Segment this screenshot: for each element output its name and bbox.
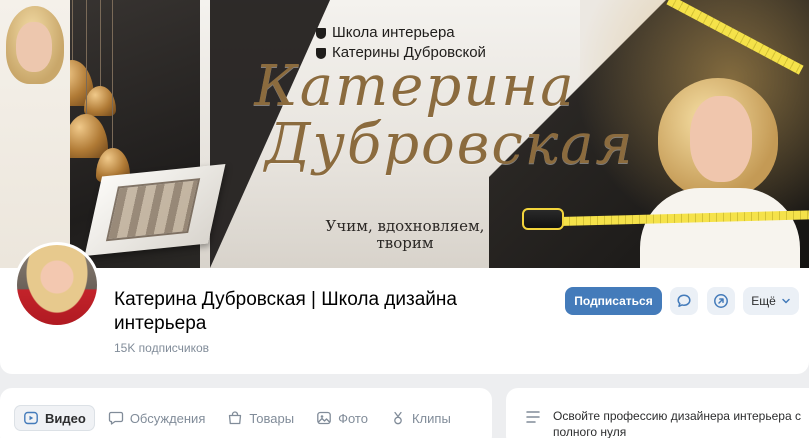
- cover-person-left: [0, 0, 70, 268]
- tape-measure-case: [522, 208, 564, 230]
- subscriber-count[interactable]: 15K подписчиков: [114, 341, 209, 355]
- face: [16, 22, 52, 72]
- cover-image: Школа интерьера Катерины Дубровской Кате…: [0, 0, 809, 268]
- avatar[interactable]: [17, 245, 97, 325]
- lamp-cord: [112, 0, 113, 150]
- menu-lines-icon: [526, 411, 540, 423]
- cover-script-name: Катерина Дубровская: [205, 54, 635, 177]
- lamp-cord: [72, 0, 73, 62]
- more-label: Ещё: [751, 294, 776, 308]
- blouse: [640, 188, 800, 268]
- cover-tagline: Учим, вдохновляем, творим: [305, 218, 505, 252]
- tab-clips[interactable]: Клипы: [381, 405, 460, 431]
- tab-photo[interactable]: Фото: [307, 405, 377, 431]
- school-logo-text: Школа интерьера: [332, 24, 455, 41]
- tab-label: Фото: [338, 410, 368, 426]
- content-tabs: Видео Обсуждения Товары Фото Клипы: [14, 405, 464, 431]
- video-icon: [24, 411, 38, 425]
- tab-discussions[interactable]: Обсуждения: [99, 405, 215, 431]
- avatar-frame[interactable]: [14, 242, 100, 328]
- share-button[interactable]: [707, 287, 735, 315]
- shield-icon: [316, 27, 326, 39]
- tab-label: Товары: [249, 410, 295, 426]
- tagline-line: Учим, вдохновляем,: [325, 217, 485, 235]
- more-button[interactable]: Ещё: [743, 287, 799, 315]
- tab-video[interactable]: Видео: [14, 405, 95, 431]
- face: [690, 96, 752, 182]
- discussions-icon: [108, 411, 123, 425]
- tab-label: Клипы: [411, 410, 451, 426]
- shopping-bag-icon: [229, 411, 242, 425]
- page-title: Катерина Дубровская | Школа дизайна инте…: [114, 289, 457, 334]
- lamp-cord: [86, 0, 87, 116]
- cover-script-line: Дубровская: [265, 112, 635, 177]
- cover-person-right: [640, 78, 800, 268]
- cover-script-line: Катерина: [254, 54, 576, 119]
- floor-plan-drawing: [105, 178, 201, 242]
- chevron-down-icon: [782, 298, 790, 304]
- info-text: Освойте профессию дизайнера интерьера с …: [553, 409, 801, 438]
- message-icon: [677, 294, 691, 307]
- tab-goods[interactable]: Товары: [218, 405, 303, 431]
- subscribe-button[interactable]: Подписаться: [565, 287, 662, 315]
- tagline-line: творим: [376, 234, 434, 252]
- share-arrow-icon: [714, 294, 728, 308]
- tab-label: Видео: [45, 410, 86, 426]
- tab-label: Обсуждения: [129, 410, 206, 426]
- lamp-cord: [100, 0, 101, 88]
- photo-icon: [317, 411, 331, 425]
- floor-plan-image: [84, 163, 226, 257]
- message-button[interactable]: [670, 287, 698, 315]
- school-logo-line: Школа интерьера: [316, 24, 486, 42]
- clips-icon: [394, 411, 402, 425]
